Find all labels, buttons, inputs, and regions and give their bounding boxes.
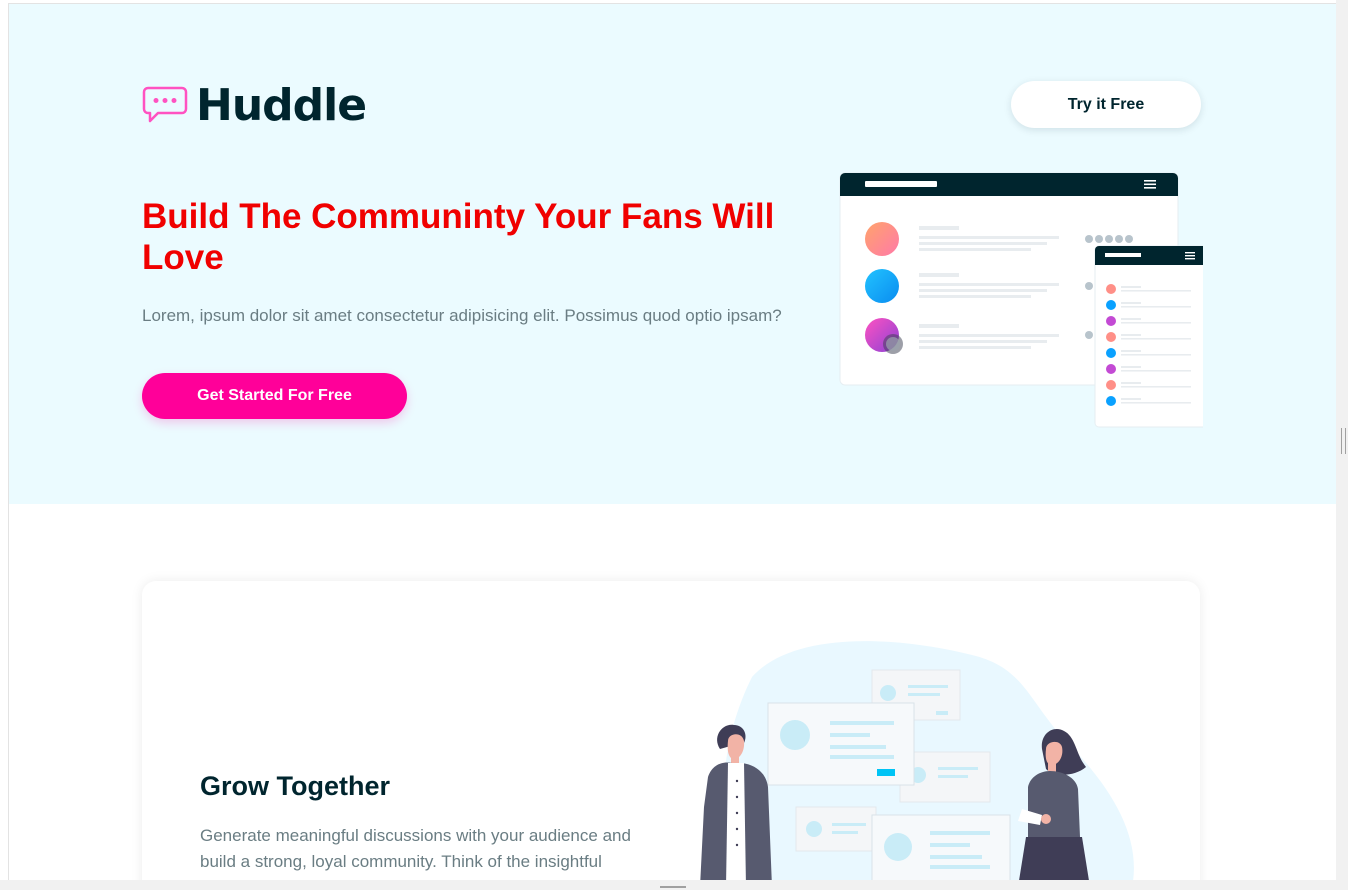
logo[interactable]: Huddle <box>142 80 367 131</box>
scrollbar-thumb-horizontal[interactable] <box>660 886 686 888</box>
try-it-free-button[interactable]: Try it Free <box>1011 81 1201 128</box>
feature-card-grow-together: Grow Together Generate meaningful discus… <box>142 581 1200 881</box>
chat-bubble-icon <box>142 86 188 123</box>
horizontal-scrollbar[interactable] <box>0 880 1348 890</box>
get-started-button[interactable]: Get Started For Free <box>142 373 407 419</box>
feature-description: Generate meaningful discussions with you… <box>200 826 631 871</box>
app-mockup-illustration <box>839 172 1203 428</box>
hero-description: Lorem, ipsum dolor sit amet consectetur … <box>142 306 782 325</box>
logo-text: Huddle <box>196 80 367 131</box>
scrollbar-thumb[interactable] <box>1341 428 1346 454</box>
page-viewport: Huddle Try it Free Build The Communinty … <box>8 3 1336 881</box>
hero-title: Build The Communinty Your Fans Will Love <box>142 197 775 277</box>
vertical-scrollbar[interactable] <box>1336 0 1348 880</box>
people-discussion-illustration <box>700 641 1134 881</box>
feature-title: Grow Together <box>200 771 391 801</box>
hero-section: Huddle Try it Free Build The Communinty … <box>9 4 1336 504</box>
